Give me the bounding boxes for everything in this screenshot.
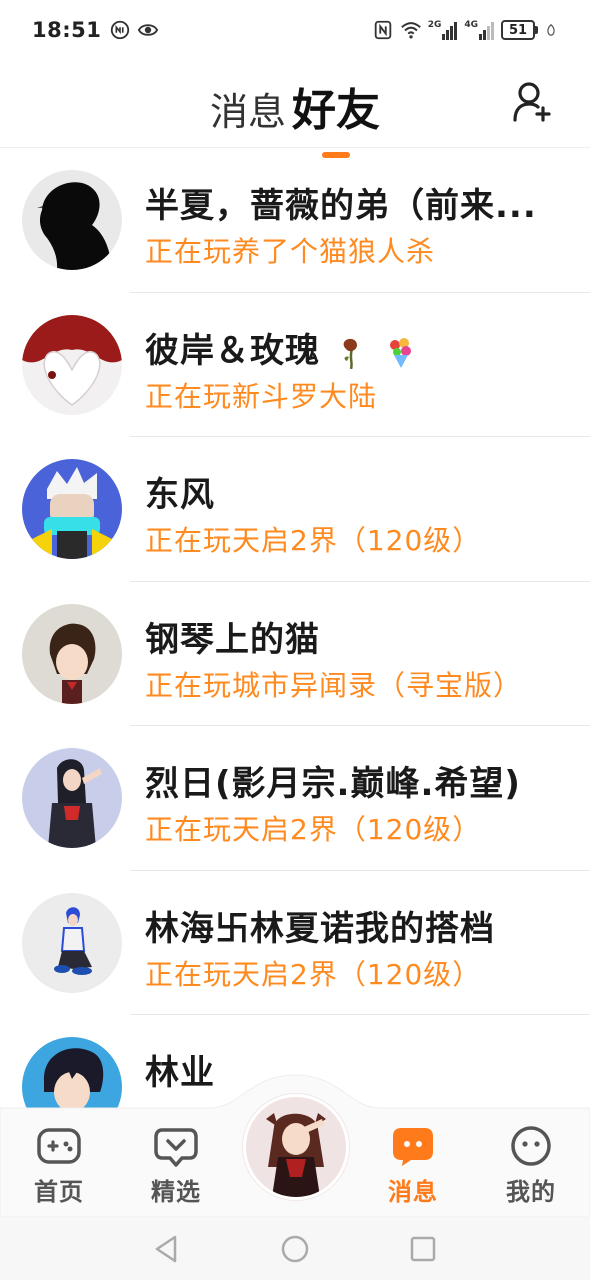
gamepad-icon [37, 1128, 81, 1164]
system-nav-bar [0, 1217, 590, 1280]
recents-icon[interactable] [405, 1231, 441, 1267]
face-icon [511, 1126, 551, 1166]
signal-2g-icon [442, 22, 458, 40]
nav-featured-label: 精选 [151, 1178, 201, 1206]
tab-friends[interactable]: 好友 [292, 74, 380, 158]
bouquet-icon [389, 338, 411, 368]
nav-mine-label: 我的 [506, 1178, 556, 1206]
friend-name: 东风 [145, 475, 215, 515]
friend-row[interactable]: 林海卐林夏诺我的搭档 正在玩天启2界（120级） [0, 871, 590, 1015]
friend-status: 正在玩天启2界（120级） [145, 813, 482, 846]
friend-status: 正在玩新斗罗大陆 [145, 379, 378, 413]
friend-name: 钢琴上的猫 [145, 619, 320, 660]
wilted-rose-icon [343, 338, 357, 369]
network-4g-label: 4G [464, 20, 478, 30]
friend-name: 彼岸＆玫瑰 [145, 329, 570, 373]
nav-center-avatar[interactable] [243, 1094, 349, 1200]
friend-list: 半夏，蔷薇的弟（前来... 正在玩养了个猫狼人杀 彼岸＆玫瑰 正在玩新斗罗大陆 [0, 148, 590, 1160]
back-icon[interactable] [149, 1231, 185, 1267]
tab-friends-label: 好友 [292, 85, 380, 136]
chat-bubble-icon [393, 1128, 433, 1166]
status-time: 18:51 [32, 18, 102, 42]
nav-mine[interactable]: 我的 [481, 1124, 581, 1207]
nfc-icon [374, 20, 391, 40]
friend-status: 正在玩养了个猫狼人杀 [145, 235, 436, 268]
bottom-nav: 首页 精选 消息 我的 [0, 1070, 590, 1217]
tab-messages[interactable]: 消息 [210, 81, 286, 138]
friend-name: 烈日(影月宗.巅峰.希望) [145, 764, 521, 804]
battery-indicator: 51 [501, 20, 538, 40]
friend-status: 正在玩天启2界（120级） [145, 957, 482, 991]
friend-name-text: 彼岸＆玫瑰 [145, 330, 320, 371]
leaf-icon [547, 23, 555, 36]
tab-bar: 消息 好友 [0, 74, 590, 158]
friend-row[interactable]: 钢琴上的猫 正在玩城市异闻录（寻宝版） [0, 582, 590, 726]
page-header: 消息 好友 [0, 60, 590, 158]
friend-row[interactable]: 彼岸＆玫瑰 正在玩新斗罗大陆 [0, 293, 590, 437]
signal-4g-icon [479, 22, 494, 40]
home-icon[interactable] [277, 1231, 313, 1267]
friend-row[interactable]: 半夏，蔷薇的弟（前来... 正在玩养了个猫狼人杀 [0, 148, 590, 293]
nav-messages-label: 消息 [388, 1178, 438, 1206]
avatar[interactable] [22, 748, 122, 848]
app-notification-icon [111, 20, 130, 40]
nav-home[interactable]: 首页 [9, 1124, 109, 1207]
friend-status: 正在玩城市异闻录（寻宝版） [145, 668, 523, 702]
avatar[interactable] [22, 314, 122, 415]
avatar[interactable] [22, 603, 122, 704]
wifi-icon [400, 22, 421, 39]
add-user-icon[interactable] [512, 80, 552, 124]
avatar[interactable] [22, 459, 122, 559]
status-bar: 18:51 2G 4G 51 [0, 0, 590, 60]
avatar[interactable] [22, 892, 122, 993]
nav-messages[interactable]: 消息 [363, 1124, 463, 1207]
nav-home-label: 首页 [34, 1178, 84, 1206]
friend-name: 林海卐林夏诺我的搭档 [145, 908, 495, 949]
friend-row[interactable]: 烈日(影月宗.巅峰.希望) 正在玩天启2界（120级） [0, 726, 590, 871]
friend-name: 半夏，蔷薇的弟（前来... [145, 186, 537, 226]
nav-featured[interactable]: 精选 [126, 1124, 226, 1207]
friend-status: 正在玩天启2界（120级） [145, 524, 482, 557]
network-2g-label: 2G [427, 20, 442, 30]
heart-chat-icon [154, 1128, 198, 1167]
battery-level: 51 [501, 20, 535, 40]
avatar[interactable] [22, 170, 122, 270]
eye-icon [138, 24, 159, 36]
friend-row[interactable]: 东风 正在玩天启2界（120级） [0, 437, 590, 582]
